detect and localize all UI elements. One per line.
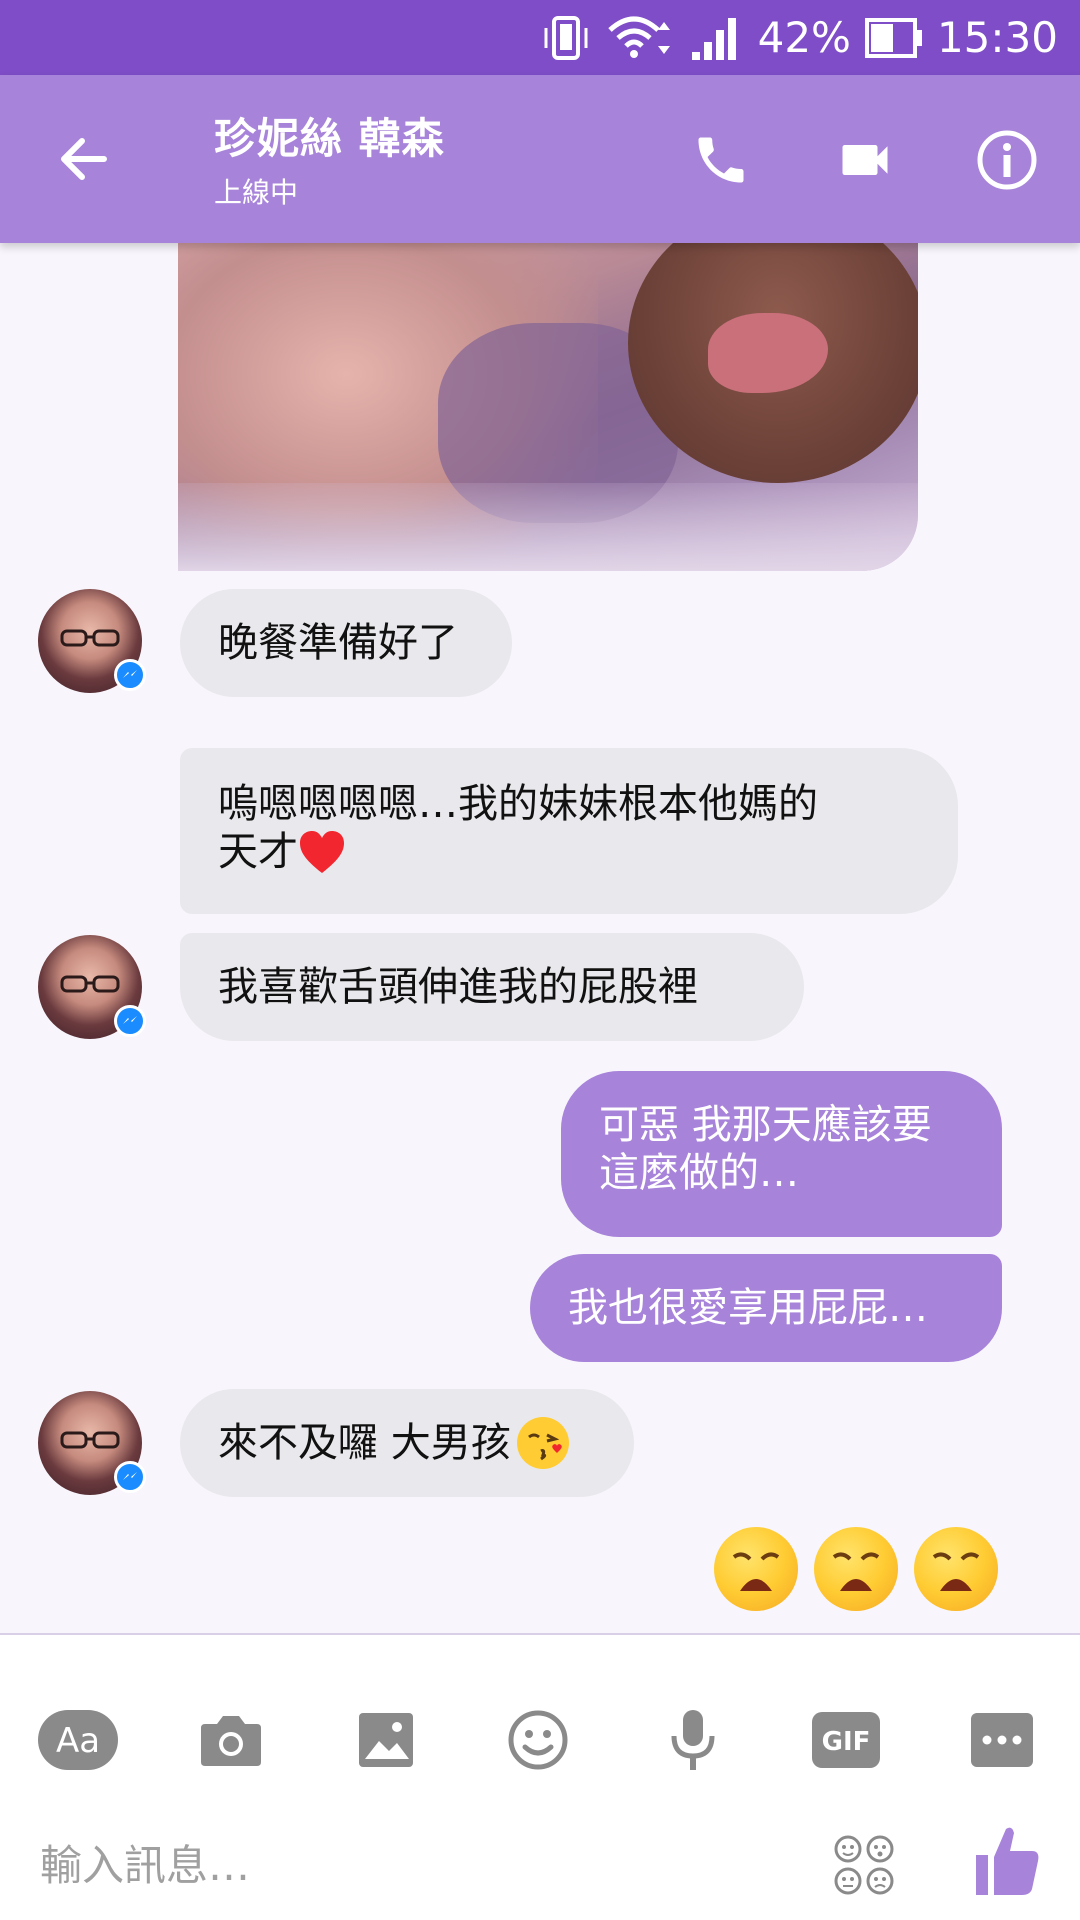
conversation-header: 珍妮絲 韓森 上線中 — [0, 75, 1080, 243]
status-bar: 42% 15:30 — [0, 0, 1080, 75]
messenger-badge-icon — [114, 659, 146, 691]
message-text: 晚餐準備好了 — [218, 620, 458, 666]
red-heart-icon — [300, 831, 344, 873]
message-input-row — [0, 1805, 1080, 1915]
battery-percent: 42% — [757, 13, 851, 62]
voice-message-button[interactable] — [653, 1705, 733, 1775]
more-options-button[interactable] — [962, 1705, 1042, 1775]
contact-status: 上線中 — [214, 176, 299, 209]
svg-text:GIF: GIF — [822, 1727, 871, 1757]
avatar[interactable] — [38, 589, 146, 693]
message-text-line: 可惡 我那天應該要 — [599, 1102, 932, 1148]
svg-text:Aa: Aa — [56, 1721, 100, 1761]
text-format-button[interactable]: Aa — [38, 1705, 118, 1775]
signal-icon — [691, 17, 736, 60]
messenger-badge-icon — [114, 1461, 146, 1493]
video-call-button[interactable] — [830, 125, 900, 195]
message-text: 來不及囉 大男孩 — [218, 1420, 511, 1466]
sticker-button[interactable] — [498, 1705, 578, 1775]
outgoing-message[interactable]: 可惡 我那天應該要 這麼做的… — [561, 1071, 1002, 1237]
message-text: 我也很愛享用屁屁… — [568, 1285, 928, 1331]
contact-name[interactable]: 珍妮絲 韓森 — [214, 105, 445, 166]
avatar[interactable] — [38, 935, 146, 1039]
incoming-message[interactable]: 晚餐準備好了 — [180, 589, 512, 697]
camera-icon — [201, 1716, 261, 1766]
gif-button[interactable]: GIF — [806, 1705, 886, 1775]
message-list[interactable]: 晚餐準備好了 嗚嗯嗯嗯嗯…我的妹妹根本他媽的 天才 我喜歡舌頭伸進我的屁股裡 可… — [0, 243, 1080, 1633]
glasses-icon — [60, 629, 120, 647]
camera-button[interactable] — [191, 1705, 271, 1775]
outgoing-message[interactable]: 我也很愛享用屁屁… — [530, 1254, 1002, 1362]
composer-toolbar: Aa GIF — [0, 1633, 1080, 1920]
message-input[interactable] — [40, 1835, 800, 1895]
weary-face-icon[interactable] — [914, 1527, 998, 1611]
back-button[interactable] — [52, 127, 116, 191]
incoming-message[interactable]: 來不及囉 大男孩 — [180, 1389, 634, 1497]
battery-icon — [864, 17, 922, 58]
emoji-picker-button[interactable] — [832, 1833, 896, 1897]
smiley-icon — [508, 1710, 568, 1770]
face-blowing-kiss-icon — [516, 1417, 569, 1469]
like-button[interactable] — [972, 1823, 1042, 1899]
wifi-icon — [607, 16, 670, 58]
gallery-button[interactable] — [346, 1705, 426, 1775]
emoji-faces-icon — [834, 1835, 894, 1895]
incoming-message[interactable]: 我喜歡舌頭伸進我的屁股裡 — [180, 933, 804, 1041]
incoming-message[interactable]: 嗚嗯嗯嗯嗯…我的妹妹根本他媽的 天才 — [180, 748, 958, 914]
arrow-left-icon — [61, 138, 107, 180]
more-icon — [971, 1713, 1033, 1767]
clock: 15:30 — [936, 13, 1058, 62]
message-text-line: 這麼做的… — [599, 1150, 799, 1196]
avatar[interactable] — [38, 1391, 146, 1495]
message-text: 我喜歡舌頭伸進我的屁股裡 — [218, 964, 698, 1010]
thumbs-up-icon — [976, 1827, 1039, 1895]
phone-icon — [698, 137, 744, 183]
aa-icon: Aa — [38, 1710, 118, 1770]
vibrate-icon — [544, 15, 588, 60]
glasses-icon — [60, 1431, 120, 1449]
glasses-icon — [60, 975, 120, 993]
message-text-line: 天才 — [218, 829, 298, 875]
voice-call-button[interactable] — [686, 125, 756, 195]
video-camera-icon — [842, 145, 888, 175]
gif-icon: GIF — [812, 1712, 880, 1768]
image-icon — [359, 1713, 413, 1767]
weary-face-icon[interactable] — [714, 1527, 798, 1611]
weary-face-icon[interactable] — [814, 1527, 898, 1611]
image-message[interactable] — [178, 243, 918, 571]
microphone-icon — [671, 1710, 715, 1770]
message-text-line: 嗚嗯嗯嗯嗯…我的妹妹根本他媽的 — [218, 781, 818, 827]
info-button[interactable] — [972, 125, 1042, 195]
info-icon — [977, 130, 1037, 190]
messenger-badge-icon — [114, 1005, 146, 1037]
